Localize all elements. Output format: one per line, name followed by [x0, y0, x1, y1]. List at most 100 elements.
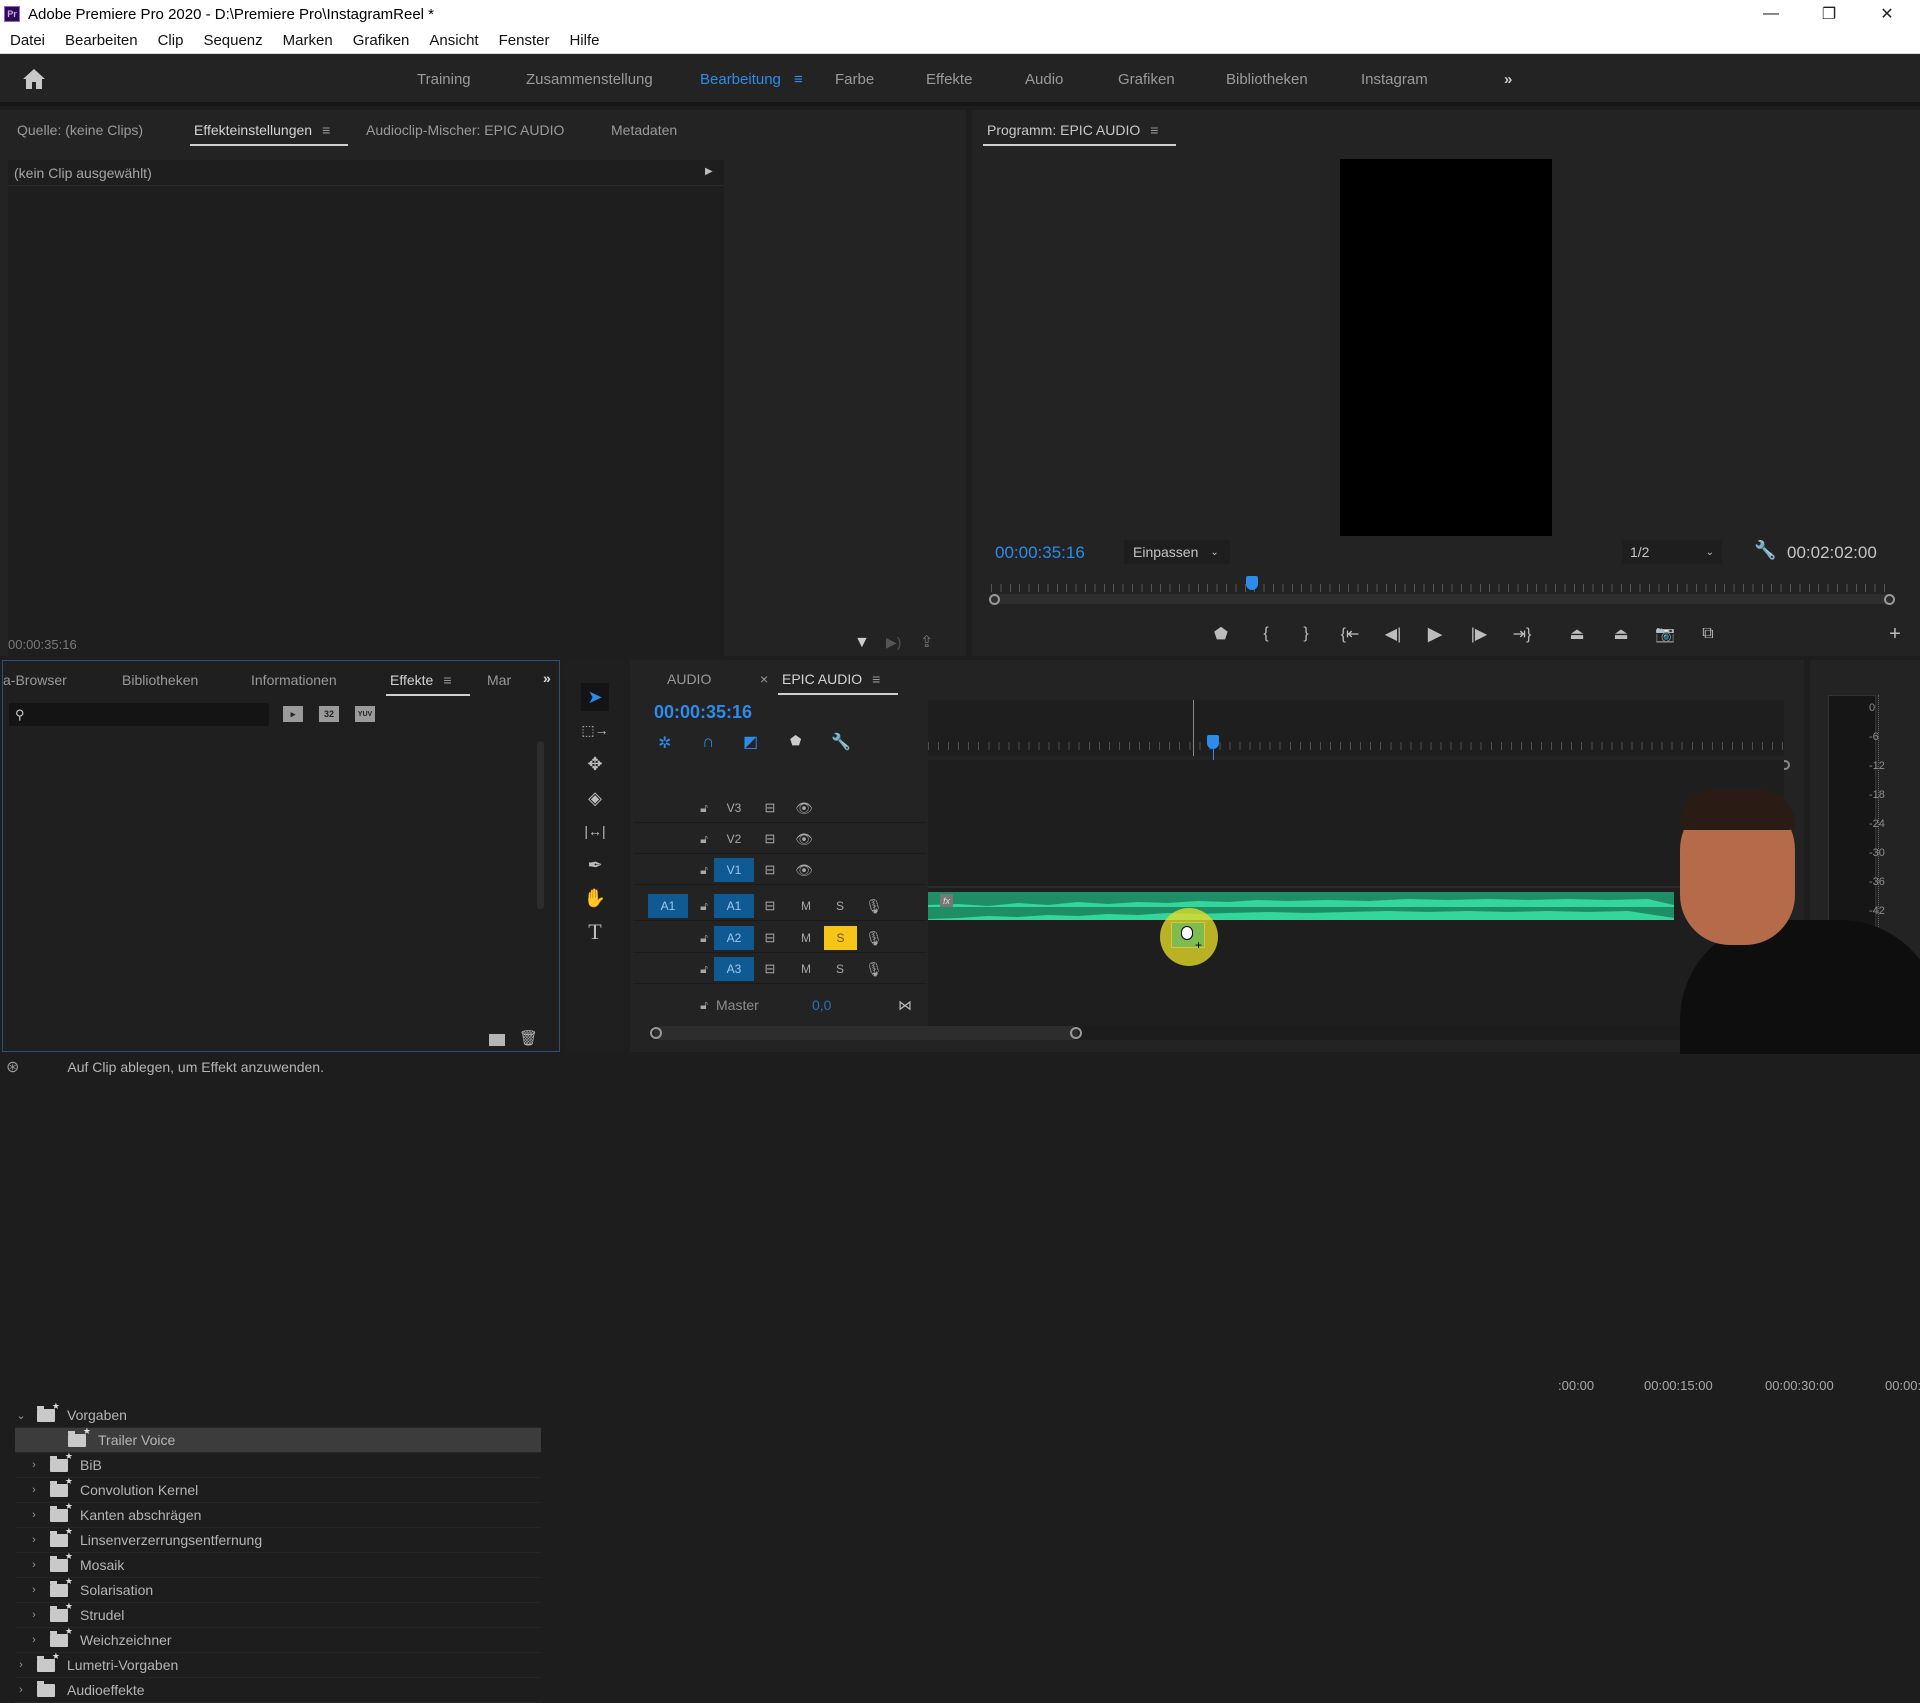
track-target-v3[interactable]: V3	[714, 796, 754, 820]
chevron-right-icon[interactable]: ›	[28, 1559, 40, 1571]
effects-tree-item[interactable]: ⌄ Vorgaben	[15, 1401, 541, 1428]
snap-icon[interactable]: ∩	[702, 732, 714, 752]
chevron-right-icon[interactable]: ›	[28, 1534, 40, 1546]
tab-effect-controls[interactable]: Effekteinstellungen ≡	[189, 122, 349, 146]
sync-lock-toggle-icon[interactable]: ⊟	[760, 827, 780, 851]
menu-clip[interactable]: Clip	[148, 32, 194, 49]
linked-selection-icon[interactable]: ◩	[743, 732, 758, 752]
track-select-tool-icon[interactable]: ⬚→	[581, 716, 609, 744]
mute-button[interactable]: M	[796, 894, 816, 918]
tab-metadata[interactable]: Metadaten	[611, 122, 677, 138]
effects-tree-item[interactable]: Trailer Voice	[15, 1426, 541, 1453]
wrench-icon[interactable]: 🔧	[1754, 540, 1776, 561]
lift-icon[interactable]: ⏏	[1562, 622, 1592, 646]
lock-icon[interactable]: 🔓︎	[694, 957, 714, 981]
lock-icon[interactable]: 🔓︎	[694, 926, 714, 950]
workspace-tab-farbe[interactable]: Farbe	[835, 71, 874, 88]
mark-in-icon[interactable]: {	[1251, 622, 1281, 646]
microphone-icon[interactable]: 🎙︎	[864, 957, 884, 981]
close-button[interactable]: ✕	[1858, 0, 1916, 28]
extract-icon[interactable]: ⏏	[1606, 622, 1636, 646]
mute-button[interactable]: M	[796, 926, 816, 950]
effects-tree-item[interactable]: › Strudel	[15, 1601, 541, 1628]
tab-audio-clip-mixer[interactable]: Audioclip-Mischer: EPIC AUDIO	[366, 122, 564, 138]
type-tool-icon[interactable]: T	[581, 918, 609, 946]
sync-lock-toggle-icon[interactable]: ⊟	[760, 796, 780, 820]
panel-overflow-icon[interactable]: »	[543, 670, 551, 686]
program-timecode[interactable]: 00:00:35:16	[995, 543, 1085, 563]
sync-lock-icon[interactable]: ⋈	[898, 993, 912, 1017]
timeline-playhead-handle[interactable]	[1207, 735, 1219, 749]
lock-icon[interactable]: 🔓︎	[694, 858, 714, 882]
panel-menu-icon[interactable]: ≡	[322, 122, 330, 138]
panel-menu-icon[interactable]: ≡	[443, 672, 451, 688]
effects-tree-item[interactable]: › Audioeffekte	[15, 1678, 541, 1703]
effects-tree-item[interactable]: › Mosaik	[15, 1551, 541, 1578]
menu-datei[interactable]: Datei	[0, 32, 55, 49]
tab-libraries[interactable]: Bibliotheken	[122, 672, 198, 688]
chevron-right-icon[interactable]: ›	[28, 1484, 40, 1496]
menu-bearbeiten[interactable]: Bearbeiten	[55, 32, 148, 49]
track-target-a1[interactable]: A1	[714, 894, 754, 918]
track-target-a3[interactable]: A3	[714, 957, 754, 981]
chevron-right-icon[interactable]: ›	[28, 1459, 40, 1471]
mute-button[interactable]: M	[796, 957, 816, 981]
workspace-tab-grafiken[interactable]: Grafiken	[1118, 71, 1175, 88]
effects-tree-item[interactable]: › BiB	[15, 1451, 541, 1478]
track-target-v1[interactable]: V1	[714, 858, 754, 882]
effects-tree-item[interactable]: › Kanten abschrägen	[15, 1501, 541, 1528]
menu-fenster[interactable]: Fenster	[489, 32, 560, 49]
new-folder-icon[interactable]	[489, 1034, 505, 1046]
step-forward-icon[interactable]: |▶	[1464, 622, 1494, 646]
lock-icon[interactable]: 🔓︎	[694, 796, 714, 820]
solo-button[interactable]: S	[830, 957, 850, 981]
nest-toggle-icon[interactable]: ✲	[658, 733, 671, 753]
close-tab-icon[interactable]: ×	[760, 671, 768, 687]
slip-tool-icon[interactable]: |↔|	[581, 817, 609, 845]
tab-info[interactable]: Informationen	[251, 672, 337, 688]
selection-tool-icon[interactable]: ➤	[581, 683, 609, 711]
panel-menu-icon[interactable]: ≡	[1150, 122, 1158, 138]
eye-icon[interactable]: 👁︎	[794, 796, 814, 820]
effects-tree-item[interactable]: › Convolution Kernel	[15, 1476, 541, 1503]
microphone-icon[interactable]: 🎙︎	[864, 894, 884, 918]
play-audio-icon[interactable]: ▶)	[886, 634, 901, 651]
scroll-handle-left[interactable]	[989, 594, 1000, 605]
track-target-v2[interactable]: V2	[714, 827, 754, 851]
workspace-tab-instagram[interactable]: Instagram	[1361, 71, 1428, 88]
tab-effects[interactable]: Effekte ≡	[386, 672, 469, 696]
chevron-right-icon[interactable]: ›	[15, 1684, 27, 1696]
play-icon[interactable]: ▶	[1420, 622, 1450, 646]
scroll-handle-left[interactable]	[650, 1027, 662, 1039]
source-patch-a1[interactable]: A1	[648, 894, 688, 918]
effects-search-input[interactable]: ⚲	[9, 703, 269, 726]
creative-cloud-icon[interactable]: ⊛	[6, 1057, 19, 1077]
monitor-playhead[interactable]	[1246, 576, 1258, 590]
add-marker-icon[interactable]: ⬟	[1206, 622, 1236, 646]
step-back-icon[interactable]: ◀|	[1378, 622, 1408, 646]
32bit-filter-button[interactable]: 32	[319, 706, 339, 722]
menu-ansicht[interactable]: Ansicht	[419, 32, 488, 49]
lock-icon[interactable]: 🔓︎	[694, 827, 714, 851]
effects-tree-item[interactable]: › Lumetri-Vorgaben	[15, 1651, 541, 1678]
chevron-right-icon[interactable]: ›	[28, 1609, 40, 1621]
master-volume-value[interactable]: 0,0	[812, 993, 831, 1017]
timeline-scrollbar-thumb[interactable]	[654, 1026, 1078, 1040]
expand-arrow-icon[interactable]: ▶	[705, 166, 713, 177]
sync-lock-toggle-icon[interactable]: ⊟	[760, 926, 780, 950]
mark-out-icon[interactable]: }	[1291, 622, 1321, 646]
tab-source[interactable]: Quelle: (keine Clips)	[17, 122, 143, 138]
chevron-right-icon[interactable]: ›	[15, 1659, 27, 1671]
timeline-settings-wrench-icon[interactable]: 🔧	[831, 732, 851, 752]
home-icon[interactable]	[22, 68, 46, 90]
workspace-tab-training[interactable]: Training	[417, 71, 471, 88]
monitor-zoom-scrollbar[interactable]	[991, 594, 1891, 604]
filter-icon[interactable]: ▼	[854, 634, 870, 652]
lock-icon[interactable]: 🔓︎	[694, 993, 714, 1017]
export-frame-icon[interactable]: 📷	[1650, 622, 1680, 646]
panel-menu-icon[interactable]: ≡	[872, 671, 880, 687]
workspace-tab-bearbeitung[interactable]: Bearbeitung	[700, 71, 781, 88]
sync-lock-toggle-icon[interactable]: ⊟	[760, 894, 780, 918]
workspace-tab-zusammenstellung[interactable]: Zusammenstellung	[526, 71, 653, 88]
timeline-timecode[interactable]: 00:00:35:16	[654, 702, 752, 723]
